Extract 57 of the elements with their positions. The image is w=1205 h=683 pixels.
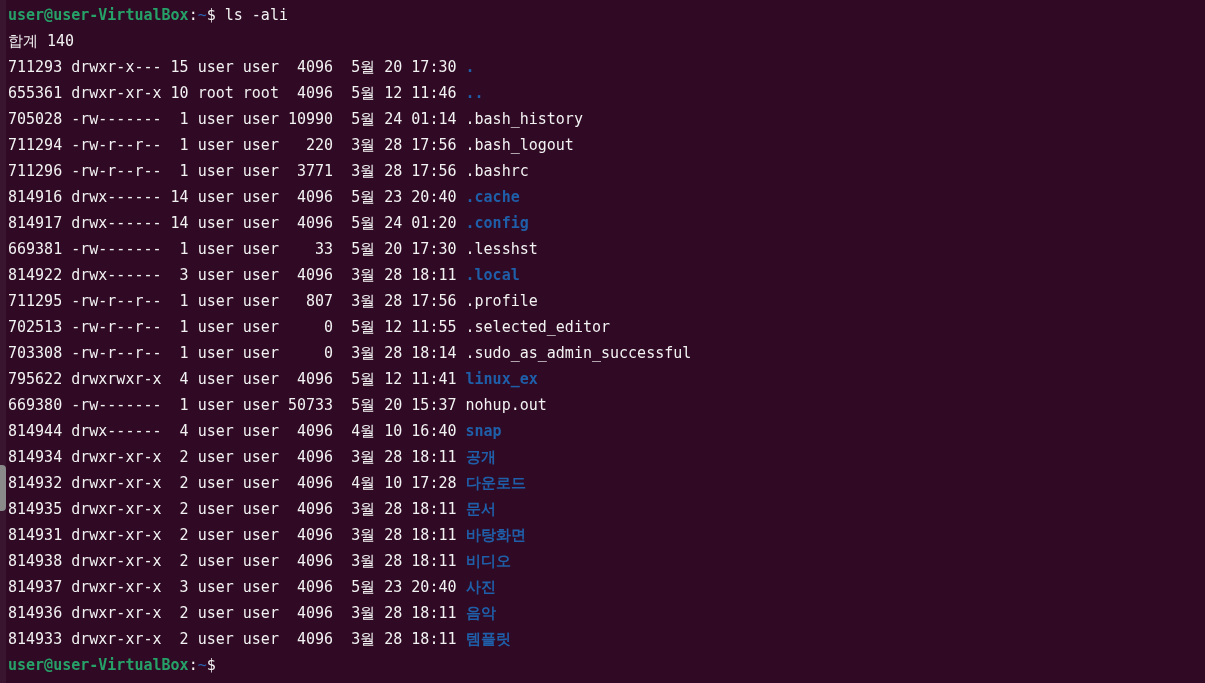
file-info: 669380 -rw------- 1 user user 50733 5월 20 15:37 [8, 396, 457, 414]
prompt-user-host: user@user-VirtualBox [8, 6, 189, 24]
file-info: 711294 -rw-r--r-- 1 user user 220 3월 28 17:56 [8, 136, 457, 154]
file-info: 814931 drwxr-xr-x 2 user user 4096 3월 28 18:11 [8, 526, 457, 544]
file-name: .bash_logout [465, 136, 574, 154]
file-name: .bash_history [465, 110, 583, 128]
file-name: .lesshst [465, 240, 538, 258]
directory-name: .cache [465, 188, 520, 206]
file-info: 814935 drwxr-xr-x 2 user user 4096 3월 28 18:11 [8, 500, 457, 518]
file-name: .bashrc [465, 162, 529, 180]
file-name: .sudo_as_admin_successful [465, 344, 692, 362]
prompt-user-host: user@user-VirtualBox [8, 656, 189, 674]
file-info: 814944 drwx------ 4 user user 4096 4월 10 16:40 [8, 422, 457, 440]
file-info: 669381 -rw------- 1 user user 33 5월 20 17:30 [8, 240, 457, 258]
directory-name: 바탕화면 [465, 526, 526, 544]
directory-name: snap [465, 422, 502, 440]
scrollbar-thumb[interactable] [0, 465, 6, 511]
directory-name: 다운로드 [465, 474, 526, 492]
file-name: .profile [465, 292, 538, 310]
file-info: 711296 -rw-r--r-- 1 user user 3771 3월 28 17:56 [8, 162, 457, 180]
command-text: ls -ali [224, 6, 288, 24]
prompt-separator: : [188, 656, 198, 674]
directory-name: .config [465, 214, 529, 232]
file-info: 814934 drwxr-xr-x 2 user user 4096 3월 28 18:11 [8, 448, 457, 466]
directory-name: 음악 [465, 604, 496, 622]
file-info: 814917 drwx------ 14 user user 4096 5월 24 01:20 [8, 214, 457, 232]
prompt-symbol: $ [206, 656, 216, 674]
file-info: 814916 drwx------ 14 user user 4096 5월 23 20:40 [8, 188, 457, 206]
file-info: 702513 -rw-r--r-- 1 user user 0 5월 12 11:55 [8, 318, 457, 336]
prompt-path: ~ [197, 656, 207, 674]
file-info: 814936 drwxr-xr-x 2 user user 4096 3월 28 18:11 [8, 604, 457, 622]
directory-name: 비디오 [465, 552, 511, 570]
file-name: nohup.out [465, 396, 547, 414]
file-info: 711295 -rw-r--r-- 1 user user 807 3월 28 17:56 [8, 292, 457, 310]
file-info: 814922 drwx------ 3 user user 4096 3월 28 18:11 [8, 266, 457, 284]
file-info: 705028 -rw------- 1 user user 10990 5월 24 01:14 [8, 110, 457, 128]
prompt-separator: : [188, 6, 198, 24]
file-info: 703308 -rw-r--r-- 1 user user 0 3월 28 18:14 [8, 344, 457, 362]
file-info: 814937 drwxr-xr-x 3 user user 4096 5월 23 20:40 [8, 578, 457, 596]
directory-name: linux_ex [465, 370, 538, 388]
file-info: 655361 drwxr-xr-x 10 root root 4096 5월 12 11:46 [8, 84, 457, 102]
directory-name: 사진 [465, 578, 496, 596]
file-info: 814938 drwxr-xr-x 2 user user 4096 3월 28 18:11 [8, 552, 457, 570]
file-info: 814933 drwxr-xr-x 2 user user 4096 3월 28 18:11 [8, 630, 457, 648]
file-name: .selected_editor [465, 318, 610, 336]
directory-name: .. [465, 84, 484, 102]
file-info: 814932 drwxr-xr-x 2 user user 4096 4월 10 17:28 [8, 474, 457, 492]
directory-name: 문서 [465, 500, 496, 518]
file-info: 795622 drwxrwxr-x 4 user user 4096 5월 12 11:41 [8, 370, 457, 388]
directory-name: 템플릿 [465, 630, 511, 648]
file-info: 711293 drwxr-x--- 15 user user 4096 5월 20 17:30 [8, 58, 457, 76]
prompt-path: ~ [197, 6, 207, 24]
directory-name: 공개 [465, 448, 496, 466]
directory-name: . [465, 58, 475, 76]
total-text: 합계 140 [8, 32, 75, 50]
directory-name: .local [465, 266, 520, 284]
prompt-symbol: $ [206, 6, 216, 24]
